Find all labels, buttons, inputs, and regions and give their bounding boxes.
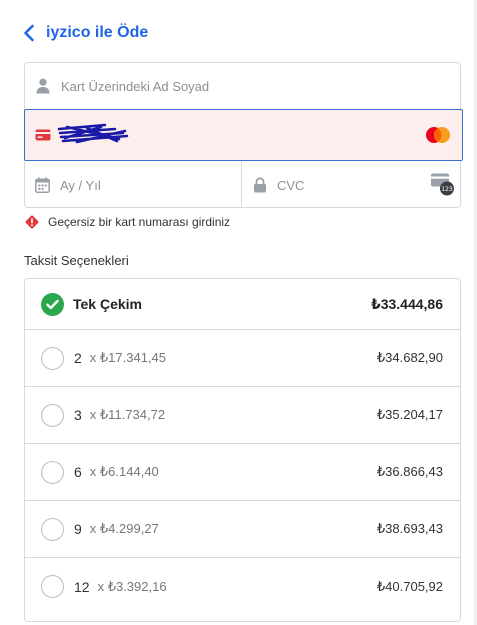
installment-option-12[interactable]: 12 x ₺3.392,16 ₺40.705,92 [25, 558, 460, 615]
installment-options-list: Tek Çekim ₺33.444,86 2 x ₺17.341,45 ₺34.… [24, 278, 461, 622]
installment-amount: x ₺6.144,40 [89, 464, 159, 479]
installments-title: Taksit Seçenekleri [24, 253, 129, 268]
card-number-field[interactable] [24, 109, 463, 161]
installment-total: ₺35.204,17 [376, 407, 443, 422]
installment-total: ₺36.866,43 [376, 464, 443, 479]
cvc-card-icon: 123 [431, 173, 454, 196]
radio-button[interactable] [41, 517, 64, 541]
installment-option-tek-cekim[interactable]: Tek Çekim ₺33.444,86 [25, 279, 460, 330]
radio-button[interactable] [41, 575, 64, 598]
installment-amount: x ₺4.299,27 [89, 521, 159, 536]
expiry-placeholder: Ay / Yıl [60, 177, 101, 193]
installment-amount: x ₺11.734,72 [89, 407, 166, 422]
cardholder-name-placeholder: Kart Üzerindeki Ad Soyad [61, 78, 210, 94]
calendar-icon [35, 177, 50, 193]
radio-button[interactable] [41, 403, 64, 427]
page-title: iyzico ile Öde [46, 24, 149, 41]
installment-count: Tek Çekim [73, 296, 142, 312]
cvc-placeholder: CVC [277, 177, 305, 193]
installment-option-6[interactable]: 6 x ₺6.144,40 ₺36.866,43 [25, 444, 460, 501]
installment-total: ₺34.682,90 [376, 350, 443, 365]
radio-button[interactable] [41, 346, 64, 370]
credit-card-icon [35, 129, 51, 141]
installment-count: 6 [74, 464, 82, 480]
mastercard-logo-icon [426, 127, 450, 143]
installment-count: 12 [74, 578, 90, 595]
error-message: Geçersiz bir kart numarası girdiniz [24, 214, 230, 230]
installment-option-3[interactable]: 3 x ₺11.734,72 ₺35.204,17 [25, 387, 460, 444]
cvc-badge: 123 [441, 186, 453, 193]
cardholder-name-field[interactable]: Kart Üzerindeki Ad Soyad [25, 63, 460, 110]
installment-count: 9 [74, 521, 82, 537]
installment-total: ₺33.444,86 [370, 295, 443, 312]
back-header[interactable]: iyzico ile Öde [22, 24, 148, 42]
warning-icon [25, 215, 39, 229]
installment-total: ₺38.693,43 [376, 521, 443, 536]
cvc-field[interactable]: CVC 123 [242, 162, 460, 208]
installment-option-2[interactable]: 2 x ₺17.341,45 ₺34.682,90 [25, 330, 460, 387]
radio-button[interactable] [41, 460, 64, 484]
selected-check-icon [41, 292, 64, 316]
lock-icon [254, 177, 266, 193]
installment-total: ₺40.705,92 [376, 578, 443, 594]
card-form: Kart Üzerindeki Ad Soyad Ay / Yıl CVC 12… [24, 62, 463, 208]
error-text: Geçersiz bir kart numarası girdiniz [48, 215, 231, 229]
installment-count: 3 [74, 407, 82, 423]
installment-amount: x ₺17.341,45 [89, 350, 167, 365]
redaction-scribble [57, 123, 129, 144]
installment-option-9[interactable]: 9 x ₺4.299,27 ₺38.693,43 [25, 501, 460, 558]
card-details-row: Ay / Yıl CVC 123 [25, 162, 460, 208]
chevron-left-icon [24, 24, 34, 42]
installment-amount: x ₺3.392,16 [97, 578, 167, 594]
installment-count: 2 [74, 350, 82, 366]
expiry-field[interactable]: Ay / Yıl [25, 162, 242, 208]
user-icon [36, 78, 50, 94]
payment-panel: iyzico ile Öde Kart Üzerindeki Ad Soyad [0, 0, 475, 625]
